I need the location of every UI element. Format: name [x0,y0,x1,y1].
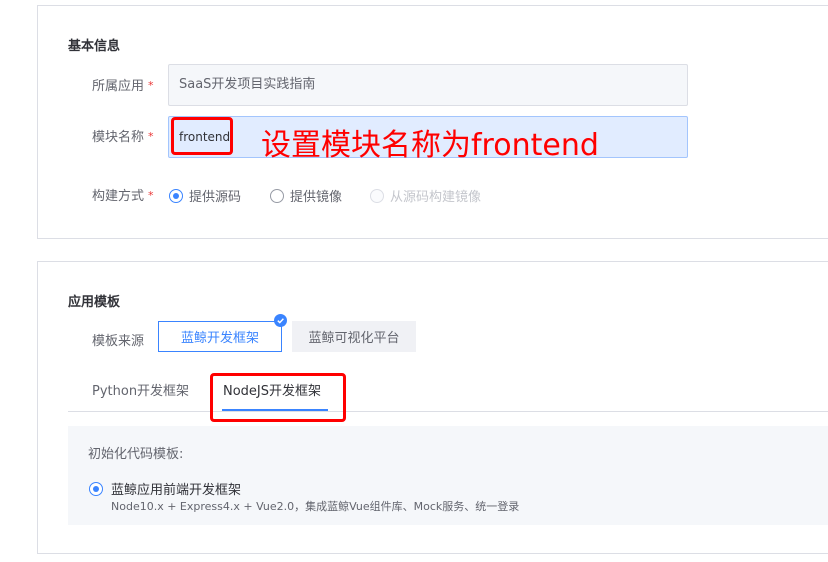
init-option-description: Node10.x + Express4.x + Vue2.0，集成蓝鲸Vue组件… [111,500,520,513]
build-option-image[interactable]: 提供镜像 [270,186,342,205]
init-option-frontend-framework[interactable]: 蓝鲸应用前端开发框架 [89,479,241,498]
radio-checked-icon [169,188,183,203]
basic-info-title: 基本信息 [68,39,121,54]
annotation-text: 设置模块名称为frontend [261,128,599,163]
nodejs-tab-highlight-box [210,373,346,422]
app-template-title: 应用模板 [68,295,121,310]
module-input-highlight-box [171,117,233,155]
build-option-source-to-image: 从源码构建镜像 [370,186,481,205]
selected-check-icon [274,314,287,327]
source-bk-visual-platform-button[interactable]: 蓝鲸可视化平台 [292,321,416,352]
module-label: 模块名称 * [92,130,154,145]
build-label: 构建方式 * [92,189,154,204]
template-source-label: 模板来源 [92,334,145,349]
tabs-divider [68,411,828,412]
required-mark: * [148,79,154,92]
tab-python-framework[interactable]: Python开发框架 [92,380,189,399]
required-mark: * [148,130,154,143]
app-label: 所属应用 * [92,79,154,94]
required-mark: * [148,189,154,202]
init-template-title: 初始化代码模板: [88,447,184,462]
radio-checked-icon [89,481,103,496]
radio-unchecked-icon [270,188,284,203]
radio-disabled-icon [370,188,384,203]
build-option-source[interactable]: 提供源码 [169,186,241,205]
source-bk-framework-button[interactable]: 蓝鲸开发框架 [158,321,282,352]
app-input[interactable]: SaaS开发项目实践指南 [168,64,688,106]
